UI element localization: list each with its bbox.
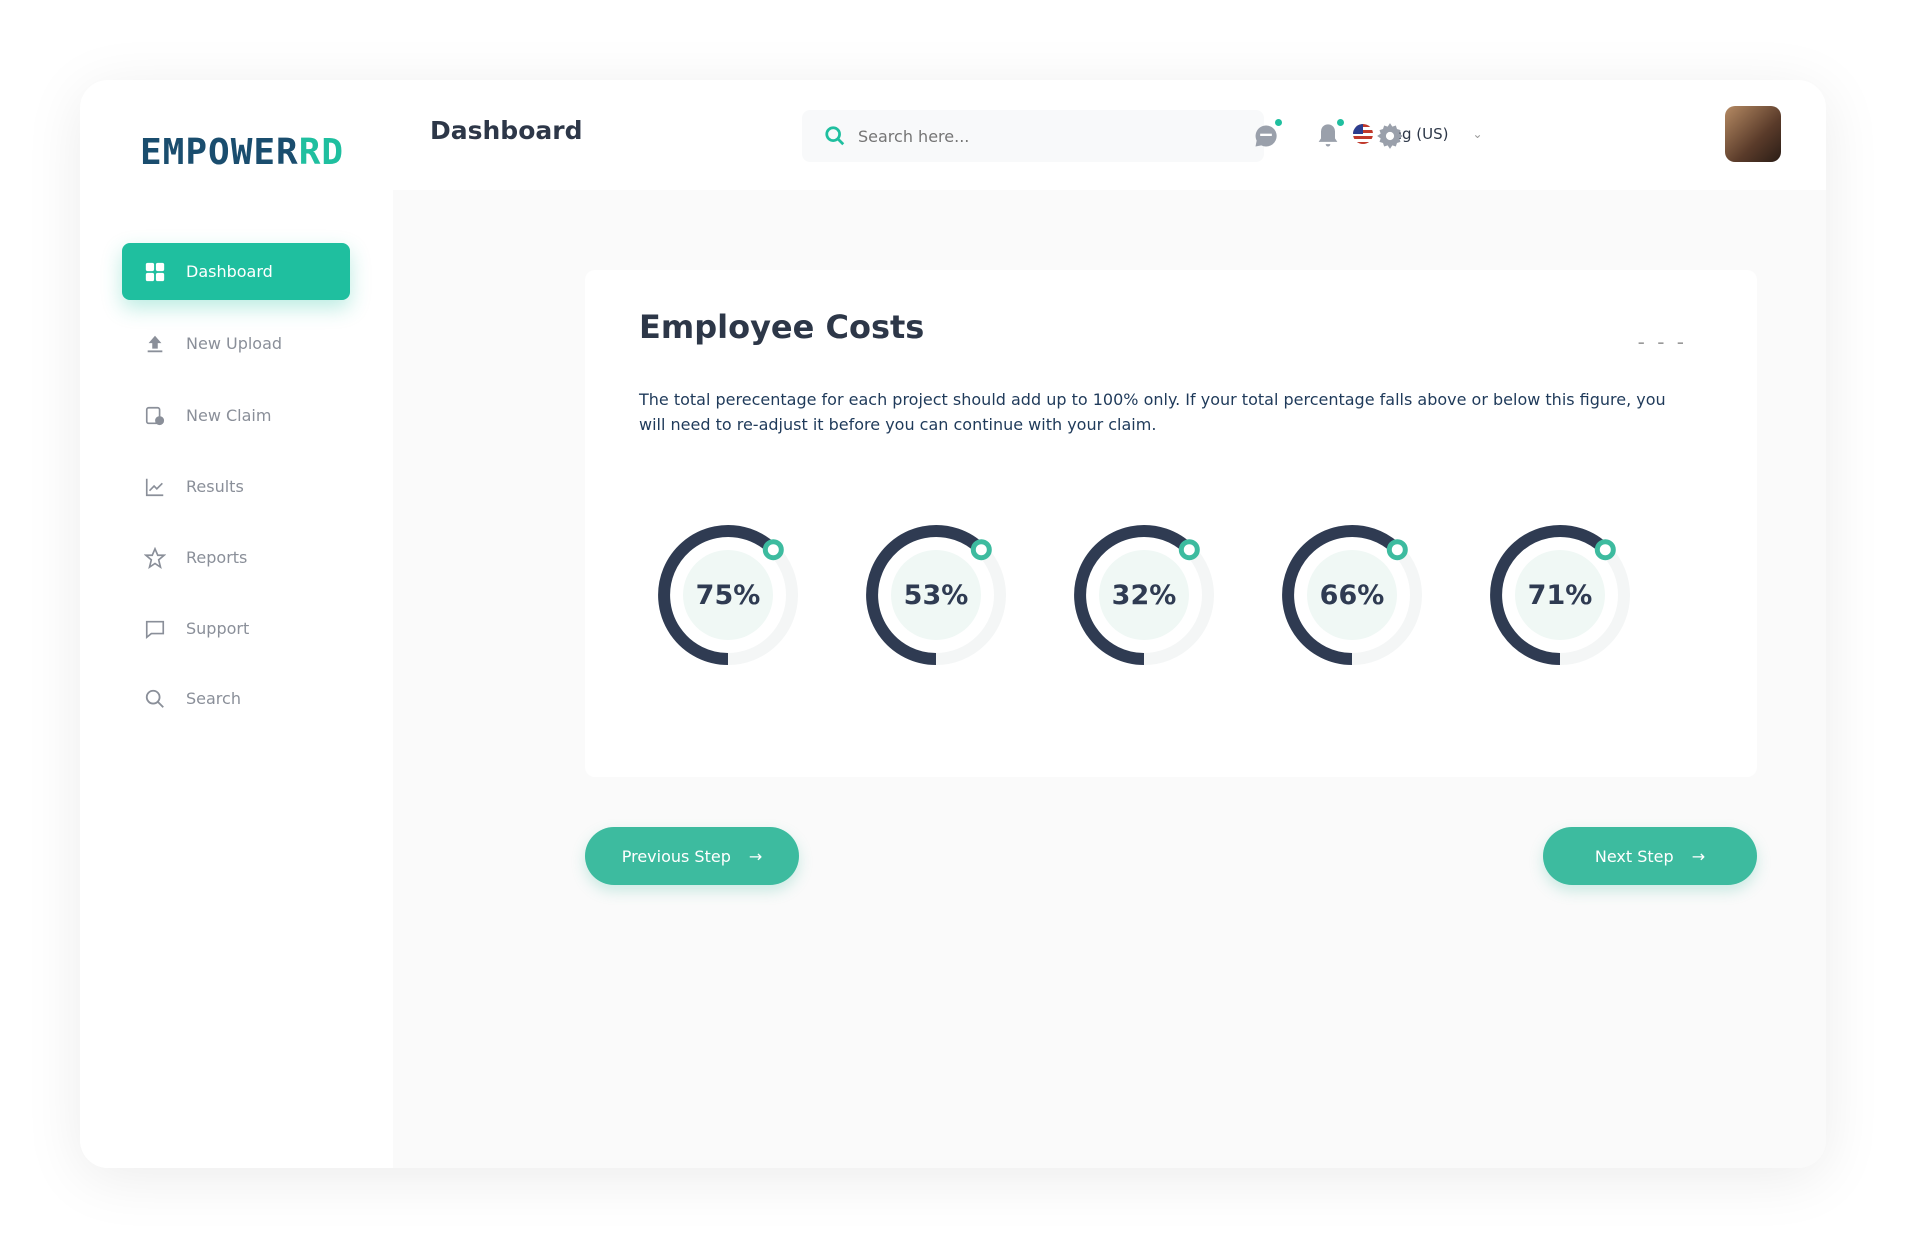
notifications-button[interactable] [1314,119,1344,150]
search-icon [825,126,845,146]
grid-icon [145,262,165,281]
chat-icon [145,620,165,639]
app-window: EMPOWERRD Dashboard Eng (US) ⌄ Dashboard… [80,80,1826,1168]
settings-button[interactable] [1376,122,1404,150]
donut-knob [970,539,992,561]
sidebar-item-results[interactable]: Results [122,458,350,515]
chevron-down-icon: ⌄ [1472,127,1483,141]
donut-label: 53% [904,580,969,611]
arrow-right-icon: → [748,846,763,866]
us-flag-icon [1353,124,1373,144]
donut-label: 32% [1112,580,1177,611]
bell-icon [1318,124,1338,147]
donut-knob [1594,539,1616,561]
sidebar-item-search[interactable]: Search [122,670,350,727]
sidebar-item-label: New Upload [186,334,283,353]
gear-icon [1377,123,1403,149]
sidebar-item-new-upload[interactable]: New Upload [122,315,350,372]
messages-button[interactable] [1252,119,1282,150]
logo[interactable]: EMPOWERRD [140,132,344,173]
more-options-button[interactable]: - - - [1638,330,1687,354]
sidebar: Dashboard New Upload New Claim Results R… [80,190,393,1168]
next-step-button[interactable]: Next Step → [1543,827,1757,885]
sidebar-item-reports[interactable]: Reports [122,529,350,586]
main-content: Employee Costs - - - The total perecenta… [393,190,1826,1168]
chat-icon [1255,125,1277,147]
chart-line-icon [145,478,164,496]
sidebar-item-support[interactable]: Support [122,600,350,657]
language-select[interactable]: Eng (US) ⌄ [1353,124,1483,144]
sidebar-item-label: Search [186,689,241,708]
page-title: Dashboard [430,116,583,145]
donut-chart: 71% [1485,520,1635,670]
sidebar-item-dashboard[interactable]: Dashboard [122,243,350,300]
donut-chart: 66% [1277,520,1427,670]
donut-chart: 53% [861,520,1011,670]
donut-label: 75% [696,580,761,611]
donut-label: 71% [1528,580,1593,611]
donut-knob [762,539,784,561]
donut-label: 66% [1320,580,1385,611]
card-title: Employee Costs [639,308,925,346]
search-input[interactable] [858,126,1238,146]
avatar[interactable] [1725,106,1781,162]
donut-chart: 32% [1069,520,1219,670]
sidebar-item-new-claim[interactable]: New Claim [122,387,350,444]
sidebar-item-label: New Claim [186,406,272,425]
sidebar-item-label: Reports [186,548,248,567]
new-claim-icon [145,406,165,425]
sidebar-item-label: Dashboard [186,262,273,281]
donut-chart: 75% [653,520,803,670]
donut-knob [1178,539,1200,561]
search-bar[interactable] [802,110,1264,162]
sidebar-item-label: Results [186,477,244,496]
upload-icon [147,335,163,352]
card-description: The total perecentage for each project s… [639,390,1666,434]
arrow-right-icon: → [1691,846,1706,866]
search-icon [145,689,164,708]
employee-costs-card: Employee Costs - - - The total perecenta… [585,270,1757,777]
star-icon [144,546,166,569]
donut-knob [1386,539,1408,561]
previous-step-button[interactable]: Previous Step → [585,827,799,885]
sidebar-item-label: Support [186,619,250,638]
